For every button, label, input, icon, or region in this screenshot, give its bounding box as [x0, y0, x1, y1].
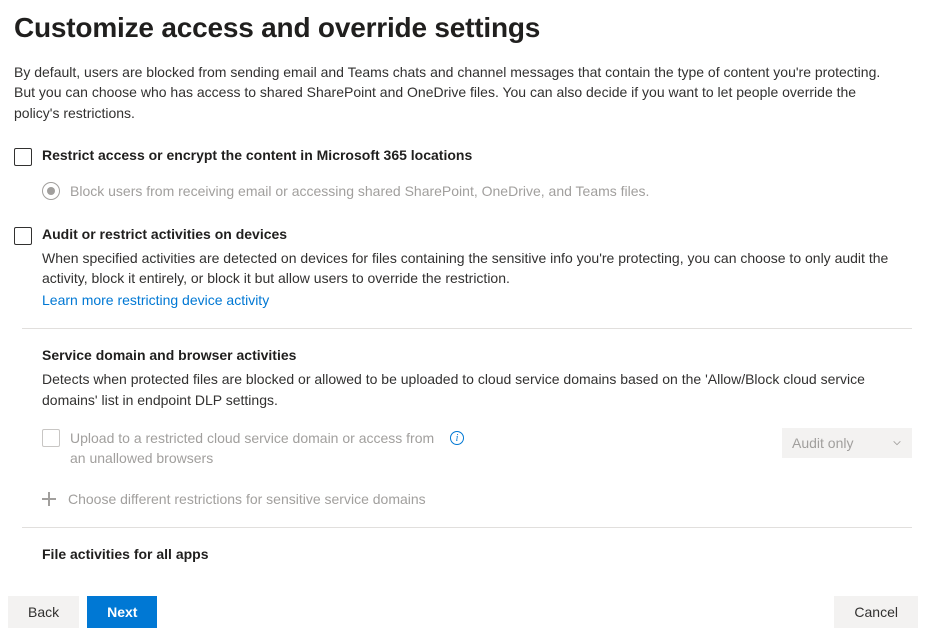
divider	[22, 328, 912, 329]
service-domain-title: Service domain and browser activities	[42, 347, 912, 363]
chevron-down-icon	[892, 438, 902, 448]
dropdown-value: Audit only	[792, 435, 853, 451]
upload-restricted-label: Upload to a restricted cloud service dom…	[70, 428, 440, 469]
audit-devices-checkbox[interactable]	[14, 227, 32, 245]
divider	[22, 527, 912, 528]
audit-devices-desc: When specified activities are detected o…	[42, 248, 902, 289]
audit-only-dropdown: Audit only	[782, 428, 912, 458]
footer: Back Next Cancel	[0, 588, 926, 636]
choose-restrictions-label: Choose different restrictions for sensit…	[68, 491, 426, 507]
info-icon[interactable]: i	[450, 431, 464, 445]
audit-devices-label: Audit or restrict activities on devices	[42, 226, 912, 242]
service-domain-desc: Detects when protected files are blocked…	[42, 369, 902, 410]
restrict-access-checkbox[interactable]	[14, 148, 32, 166]
cancel-button[interactable]: Cancel	[834, 596, 918, 628]
next-button[interactable]: Next	[87, 596, 157, 628]
back-button[interactable]: Back	[8, 596, 79, 628]
learn-more-link[interactable]: Learn more restricting device activity	[42, 292, 269, 308]
restrict-access-label: Restrict access or encrypt the content i…	[42, 147, 472, 163]
page-intro: By default, users are blocked from sendi…	[14, 62, 894, 123]
block-users-radio-label: Block users from receiving email or acce…	[70, 183, 649, 199]
block-users-radio	[42, 182, 60, 200]
plus-icon	[42, 492, 56, 506]
page-title: Customize access and override settings	[14, 12, 912, 44]
upload-restricted-checkbox	[42, 429, 60, 447]
file-activities-title: File activities for all apps	[42, 546, 912, 562]
